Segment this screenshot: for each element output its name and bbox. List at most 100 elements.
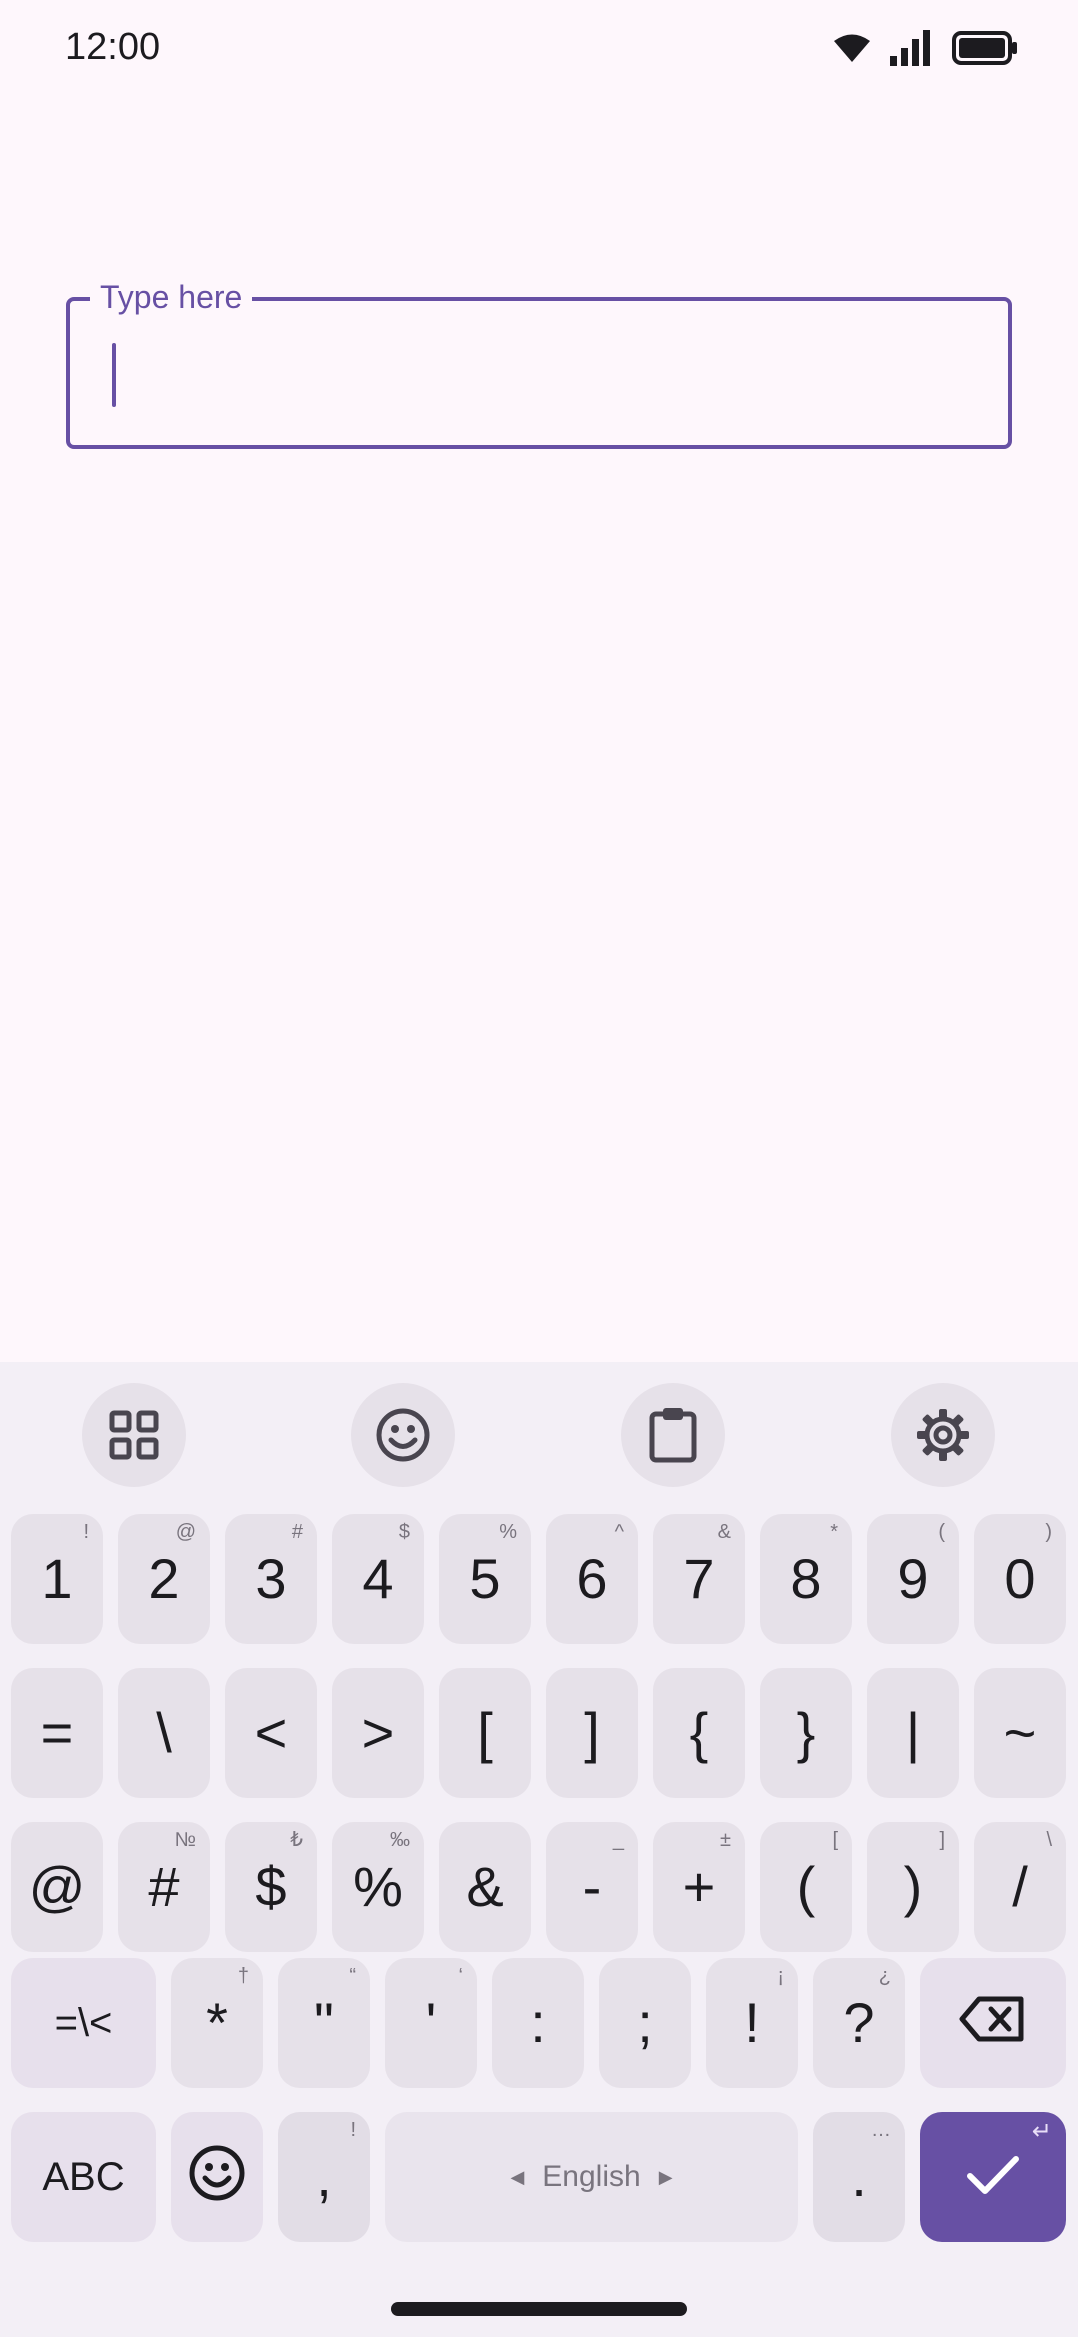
key-hint: % <box>499 1521 517 1543</box>
key-main: 1 <box>41 1547 73 1610</box>
key-greater-than[interactable]: > <box>332 1668 424 1798</box>
key-main: . <box>851 2145 867 2208</box>
key-comma[interactable]: ,! <box>278 2112 370 2242</box>
key-main: 4 <box>362 1547 394 1610</box>
key-close-bracket[interactable]: ] <box>546 1668 638 1798</box>
key-7[interactable]: 7 & <box>653 1514 745 1644</box>
key-main: # <box>148 1855 180 1918</box>
key-6[interactable]: 6 ^ <box>546 1514 638 1644</box>
battery-icon <box>952 31 1018 65</box>
key-less-than[interactable]: < <box>225 1668 317 1798</box>
backspace-key[interactable] <box>920 1958 1066 2088</box>
key-close-paren[interactable]: )] <box>867 1822 959 1952</box>
key-hint: ‰ <box>390 1829 410 1851</box>
key-main: ABC <box>42 2155 125 2199</box>
key-main: : <box>530 1991 546 2054</box>
language-left-icon: ◀ <box>510 2167 525 2187</box>
status-bar: 12:00 <box>0 0 1078 96</box>
key-main: { <box>689 1701 709 1764</box>
emoji-toolbar-button[interactable] <box>351 1383 455 1487</box>
key-main: =\< <box>54 2001 113 2045</box>
key-asterisk[interactable]: * † <box>171 1958 263 2088</box>
settings-button[interactable] <box>891 1383 995 1487</box>
enter-key[interactable]: ↵ <box>920 2112 1066 2242</box>
key-close-brace[interactable]: } <box>760 1668 852 1798</box>
key-main: ! <box>744 1991 760 2054</box>
key-double-quote[interactable]: " “ <box>278 1958 370 2088</box>
key-open-paren[interactable]: ([ <box>760 1822 852 1952</box>
key-main: ; <box>637 1991 653 2054</box>
keyboard: 1! 2 @ 3 # 4 $ 5% 6 ^ 7 & 8 * 9( 0) = \ < > [ … <box>0 1362 1078 2337</box>
key-open-bracket[interactable]: [ <box>439 1668 531 1798</box>
key-hint: ^ <box>614 1521 624 1543</box>
key-hint: ¡ <box>777 1965 784 1987</box>
key-main: [ <box>477 1701 493 1764</box>
screen: 12:00 Type here 1 ! 2 @ 3 # 4 $ 5 % 6 ^ … <box>0 0 1078 2337</box>
key-2[interactable]: 2 @ <box>118 1514 210 1644</box>
key-hint: @ <box>175 1521 196 1543</box>
key-percent[interactable]: % ‰ <box>332 1822 424 1952</box>
key-main: 7 <box>683 1547 715 1610</box>
key-minus[interactable]: - _ <box>546 1822 638 1952</box>
key-colon[interactable]: : <box>492 1958 584 2088</box>
settings-icon <box>915 1407 971 1463</box>
key-hint: [ <box>832 1829 838 1851</box>
key-0[interactable]: 0) <box>974 1514 1066 1644</box>
key-question[interactable]: ? ¿ <box>813 1958 905 2088</box>
key-main: , <box>316 2145 332 2208</box>
key-hash[interactable]: # № <box>118 1822 210 1952</box>
key-hint: * <box>830 1521 838 1543</box>
key-pipe[interactable]: | <box>867 1668 959 1798</box>
key-dollar[interactable]: $ ₺ <box>225 1822 317 1952</box>
text-field-label: Type here <box>90 277 253 317</box>
key-main: 5 <box>469 1547 501 1610</box>
key-1[interactable]: 1! <box>11 1514 103 1644</box>
key-open-brace[interactable]: { <box>653 1668 745 1798</box>
key-period[interactable]: .… <box>813 2112 905 2242</box>
key-hint: … <box>871 2119 891 2141</box>
key-5[interactable]: 5% <box>439 1514 531 1644</box>
key-hint: ₺ <box>290 1829 303 1851</box>
space-bar[interactable]: ◀ English ▶ <box>385 2112 798 2242</box>
key-main: 9 <box>897 1547 929 1610</box>
abc-key[interactable]: ABC <box>11 2112 156 2242</box>
home-indicator[interactable] <box>391 2302 687 2316</box>
key-hint: ] <box>939 1829 945 1851</box>
key-9[interactable]: 9( <box>867 1514 959 1644</box>
key-3[interactable]: 3 # <box>225 1514 317 1644</box>
key-8[interactable]: 8 * <box>760 1514 852 1644</box>
emoji-icon <box>375 1407 431 1463</box>
key-4[interactable]: 4 $ <box>332 1514 424 1644</box>
key-equals[interactable]: = <box>11 1668 103 1798</box>
key-plus[interactable]: + ± <box>653 1822 745 1952</box>
grid-button[interactable] <box>82 1383 186 1487</box>
key-main: ] <box>584 1701 600 1764</box>
key-main: < <box>254 1701 288 1764</box>
symbols-shift-key[interactable]: =\< <box>11 1958 156 2088</box>
key-hint: & <box>717 1521 731 1543</box>
key-main: = <box>40 1701 74 1764</box>
text-cursor <box>112 343 116 407</box>
status-time: 12:00 <box>65 26 161 68</box>
space-bar-label: English <box>542 2160 641 2193</box>
key-tilde[interactable]: ~ <box>974 1668 1066 1798</box>
key-main: | <box>905 1701 921 1764</box>
backspace-icon <box>959 1995 1027 2052</box>
key-hint: ¿ <box>878 1965 891 1987</box>
key-single-quote[interactable]: ' ‘ <box>385 1958 477 2088</box>
key-main: % <box>353 1855 403 1918</box>
emoji-key[interactable] <box>171 2112 263 2242</box>
keyboard-toolbar <box>0 1362 1078 1512</box>
key-ampersand[interactable]: & <box>439 1822 531 1952</box>
clipboard-button[interactable] <box>621 1383 725 1487</box>
key-exclamation[interactable]: ! ¡ <box>706 1958 798 2088</box>
key-main: 8 <box>790 1547 822 1610</box>
key-slash[interactable]: / \ <box>974 1822 1066 1952</box>
key-backslash[interactable]: \ <box>118 1668 210 1798</box>
key-main: } <box>796 1701 816 1764</box>
key-at[interactable]: @ <box>11 1822 103 1952</box>
text-input-field[interactable]: Type here <box>66 277 1012 449</box>
status-icons <box>832 28 1018 68</box>
key-semicolon[interactable]: ; <box>599 1958 691 2088</box>
key-main: ? <box>843 1991 875 2054</box>
